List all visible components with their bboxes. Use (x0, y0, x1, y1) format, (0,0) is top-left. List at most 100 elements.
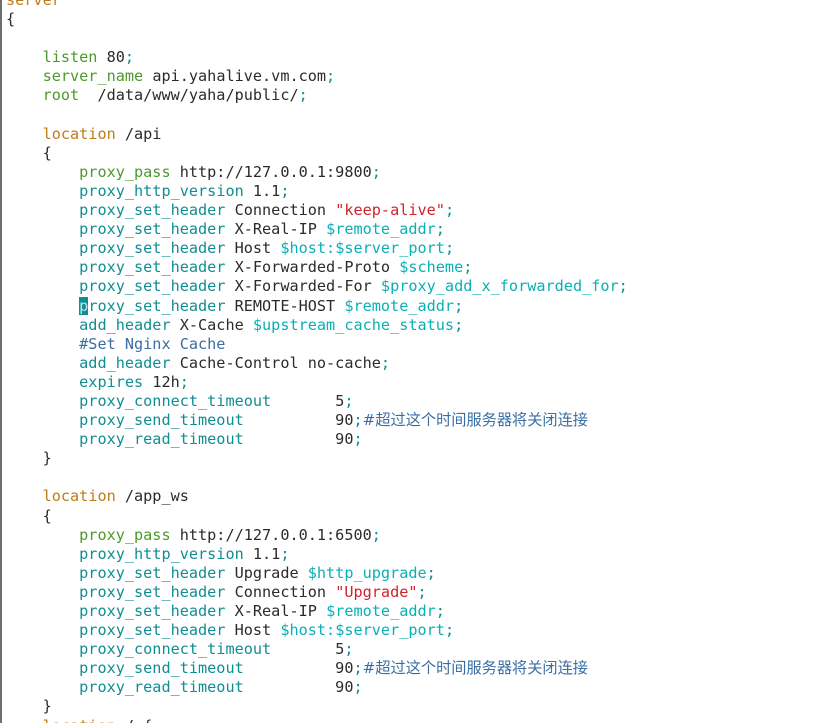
code-token: ; (454, 296, 464, 315)
code-token: /api (115, 124, 162, 143)
code-line[interactable]: add_header X-Cache $upstream_cache_statu… (2, 316, 817, 335)
code-line[interactable]: add_header Cache-Control no-cache; (2, 354, 817, 373)
code-token: proxy_connect_timeout (79, 391, 272, 410)
code-line[interactable]: ​ (2, 468, 817, 487)
code-token: } (42, 697, 52, 716)
code-line[interactable]: proxy_set_header X-Real-IP $remote_addr; (2, 220, 817, 239)
code-token: REMOTE-HOST (225, 296, 345, 315)
code-line[interactable]: server_name api.yahalive.vm.com; (2, 67, 817, 86)
code-token: / { (116, 717, 152, 723)
code-line[interactable]: proxy_set_header REMOTE-HOST $remote_add… (2, 296, 817, 316)
code-token: location (43, 717, 116, 723)
code-token: $remote_addr (344, 296, 455, 315)
code-line[interactable]: proxy_http_version 1.1; (2, 182, 817, 201)
code-token: $scheme (399, 258, 464, 277)
code-line[interactable]: proxy_set_header X-Forwarded-Proto $sche… (2, 258, 817, 277)
code-token: Upgrade (225, 563, 308, 582)
code-token: X-Real-IP (225, 220, 327, 239)
code-token: proxy_set_header (79, 277, 226, 296)
code-line[interactable]: proxy_set_header X-Forwarded-For $proxy_… (2, 277, 817, 296)
code-token: location (42, 124, 116, 143)
code-token: location (42, 487, 116, 506)
code-line[interactable]: proxy_connect_timeout 5; (2, 392, 817, 411)
code-editor-pane[interactable]: server{​ listen 80; server_name api.yaha… (0, 0, 817, 723)
code-line[interactable]: proxy_pass http://127.0.0.1:9800; (2, 163, 817, 182)
code-token: proxy_set_header (79, 258, 226, 277)
code-token: { (6, 10, 16, 29)
code-token: Connection (225, 582, 336, 601)
code-line[interactable]: { (2, 507, 817, 526)
code-token: 90 (243, 430, 354, 449)
code-token: ; (444, 201, 455, 220)
code-token: proxy_set_header (79, 220, 226, 239)
code-token: roxy_set_header (88, 296, 226, 315)
code-line[interactable]: ​ (2, 29, 817, 48)
code-token: http://127.0.0.1:9800 (170, 162, 372, 181)
code-token: $remote_addr (326, 220, 436, 239)
code-line[interactable]: #Set Nginx Cache (2, 335, 817, 354)
code-line[interactable]: server (2, 0, 817, 10)
code-line[interactable]: proxy_set_header Host $host:$server_port… (2, 239, 817, 258)
code-line[interactable]: proxy_set_header Connection "keep-alive"… (2, 201, 817, 220)
code-token: #Set Nginx Cache (79, 334, 226, 353)
code-token: ; (353, 430, 363, 449)
code-token: X-Forwarded-For (225, 277, 381, 296)
code-token: proxy_set_header (79, 582, 226, 601)
code-token: api.yahalive.vm.com (143, 67, 327, 86)
code-token: { (42, 143, 52, 162)
code-line[interactable]: proxy_set_header Upgrade $http_upgrade; (2, 564, 817, 583)
code-content[interactable]: server{​ listen 80; server_name api.yaha… (2, 0, 817, 723)
code-line[interactable]: location /app_ws (2, 487, 817, 506)
code-token: proxy_set_header (79, 602, 226, 620)
code-token: } (42, 449, 52, 468)
code-token: ; (124, 48, 135, 67)
code-line[interactable]: proxy_pass http://127.0.0.1:6500; (2, 526, 817, 545)
code-token: $upstream_cache_status (252, 315, 455, 334)
code-line[interactable]: listen 80; (2, 48, 817, 67)
code-token: proxy_pass (79, 162, 171, 181)
code-token: proxy_set_header (79, 239, 226, 258)
code-token: 12h (143, 372, 180, 391)
code-line[interactable]: proxy_http_version 1.1; (2, 545, 817, 564)
code-line[interactable]: location /api (2, 125, 817, 144)
code-token: ; (280, 181, 290, 200)
code-token: proxy_connect_timeout (79, 640, 272, 659)
code-token: proxy_set_header (79, 563, 226, 582)
code-line[interactable]: } (2, 449, 817, 468)
code-token: ; (435, 220, 445, 239)
code-token: /app_ws (115, 487, 189, 506)
code-line[interactable]: { (2, 10, 817, 29)
code-line[interactable]: proxy_set_header Connection "Upgrade"; (2, 583, 817, 602)
code-token: 90 (243, 411, 354, 430)
code-token: http://127.0.0.1:6500 (170, 525, 372, 544)
code-line[interactable]: proxy_send_timeout 90;#超过这个时间服务器将关闭连接 (2, 411, 817, 430)
code-token: "Upgrade" (335, 582, 418, 601)
code-line[interactable]: proxy_read_timeout 90; (2, 678, 817, 697)
code-line[interactable]: proxy_send_timeout 90;#超过这个时间服务器将关闭连接 (2, 659, 817, 678)
code-line[interactable]: proxy_set_header Host $host:$server_port… (2, 621, 817, 640)
code-token: X-Cache (170, 315, 253, 334)
code-token: root (42, 86, 80, 105)
code-line[interactable]: proxy_connect_timeout 5; (2, 640, 817, 659)
code-token: #超过这个时间服务器将关闭连接 (362, 659, 588, 678)
code-line[interactable]: location / { (2, 717, 817, 723)
code-line[interactable]: { (2, 144, 817, 163)
code-token: Host (225, 239, 281, 258)
code-token: proxy_send_timeout (79, 659, 244, 678)
code-token: proxy_set_header (79, 621, 226, 640)
code-line[interactable]: ​ (2, 106, 817, 125)
code-line[interactable]: expires 12h; (2, 373, 817, 392)
code-line[interactable]: proxy_read_timeout 90; (2, 430, 817, 449)
code-line[interactable]: } (2, 697, 817, 716)
code-line[interactable]: proxy_set_header X-Real-IP $remote_addr; (2, 602, 817, 621)
code-token: ; (298, 86, 308, 105)
code-line[interactable]: root /data/www/yaha/public/; (2, 86, 817, 105)
